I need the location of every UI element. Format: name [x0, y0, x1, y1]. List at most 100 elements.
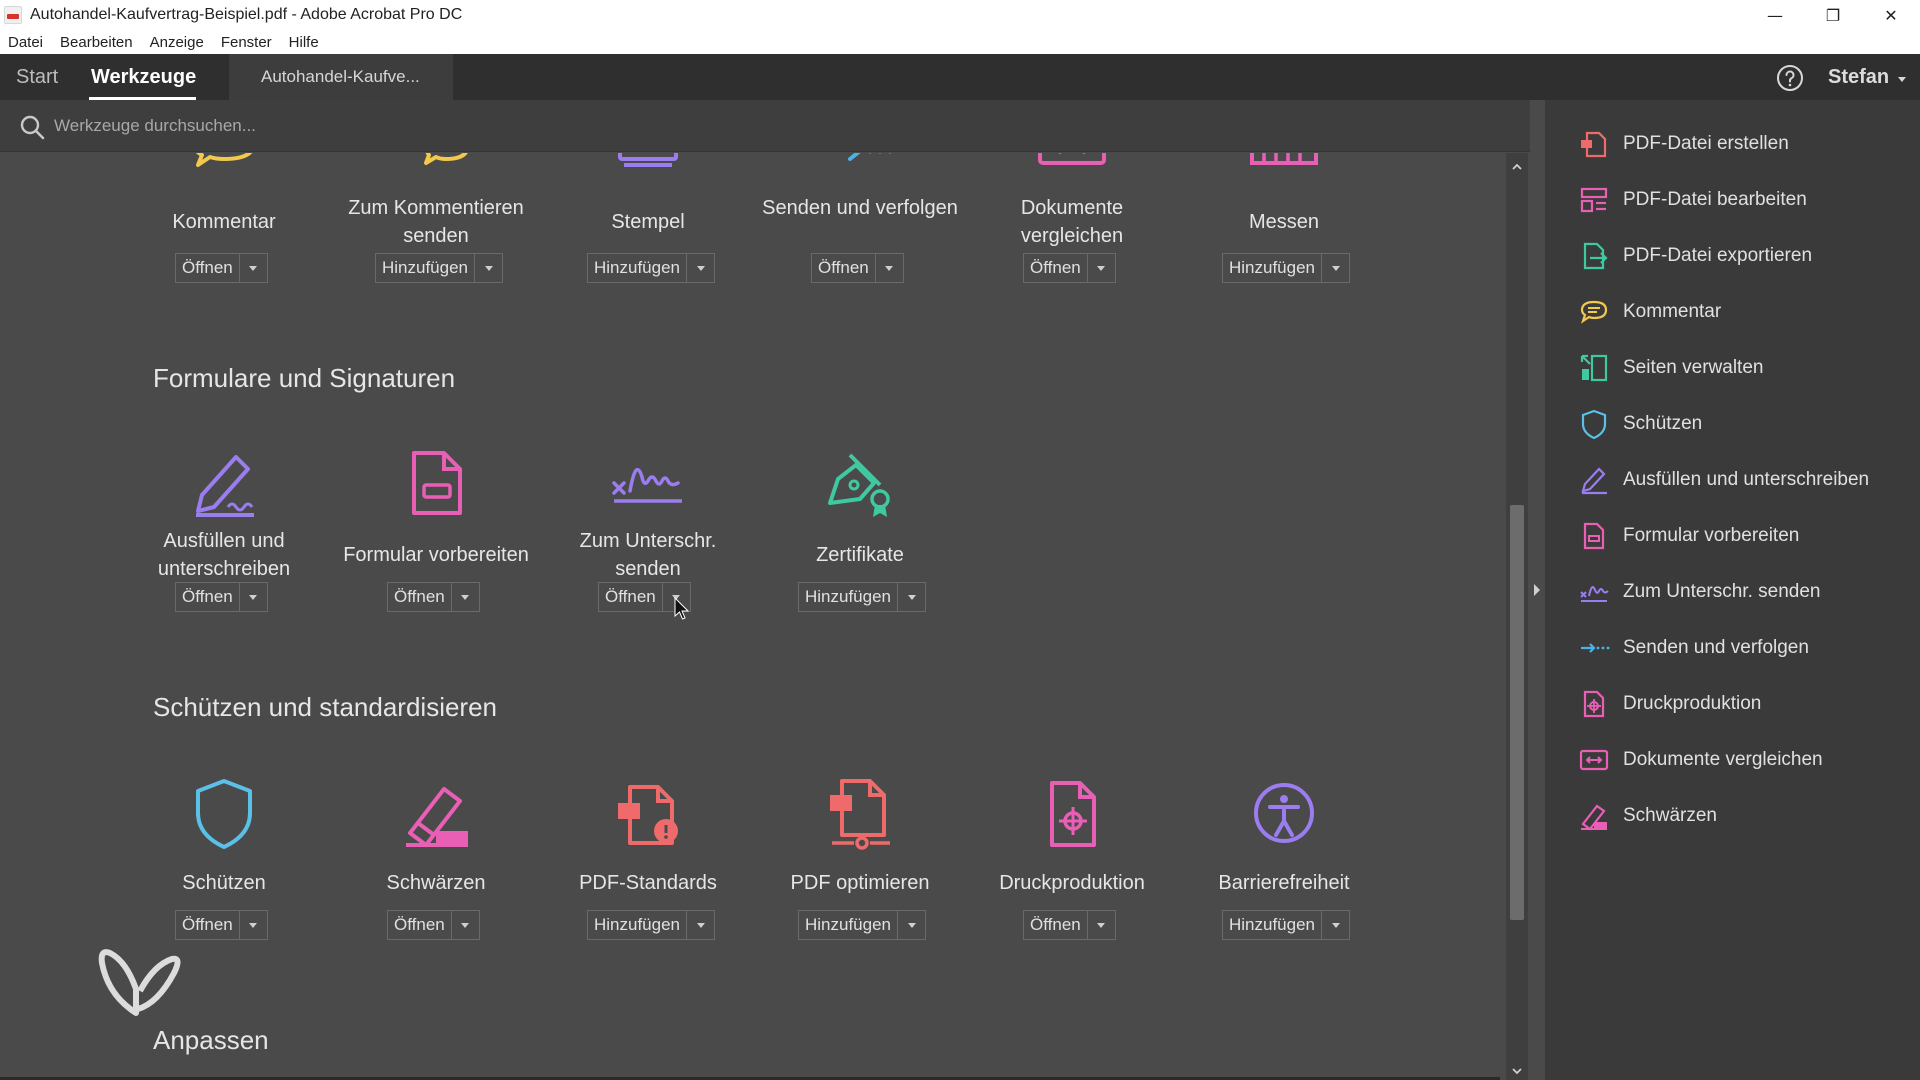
chevron-down-icon[interactable] [1895, 71, 1909, 85]
rp-item-pdf-erstellen[interactable]: PDF-Datei erstellen [1578, 124, 1908, 164]
add-messen-button[interactable]: Hinzufügen [1222, 253, 1351, 283]
scroll-down-icon[interactable] [1511, 1062, 1523, 1075]
tool-label: PDF-Standards [579, 872, 717, 894]
rp-item-zum-unterschr-senden[interactable]: Zum Unterschr. senden [1578, 572, 1908, 612]
restore-button[interactable]: ❐ [1804, 0, 1862, 30]
tool-label: Zertifikate [816, 544, 904, 566]
chevron-down-icon[interactable] [897, 911, 925, 939]
tool-label: Druckproduktion [999, 872, 1145, 894]
button-label: Hinzufügen [382, 258, 469, 277]
tools-search-input[interactable] [54, 109, 754, 143]
add-zum-kommentieren-senden-button[interactable]: Hinzufügen [375, 253, 504, 283]
rp-item-senden-und-verfolgen[interactable]: Senden und verfolgen [1578, 628, 1908, 668]
chevron-down-icon[interactable] [1086, 911, 1115, 939]
chevron-down-icon[interactable] [1321, 254, 1349, 282]
tab-start[interactable]: Start [16, 54, 58, 100]
rp-item-schuetzen[interactable]: Schützen [1578, 404, 1908, 444]
rp-item-schwaerzen[interactable]: Schwärzen [1578, 796, 1908, 836]
chevron-down-icon[interactable] [238, 583, 267, 611]
comment-icon [184, 153, 264, 195]
button-label: Öffnen [818, 258, 869, 277]
tool-label: Barrierefreiheit [1218, 872, 1350, 894]
rp-item-kommentar[interactable]: Kommentar [1578, 292, 1908, 332]
button-label: Hinzufügen [594, 915, 681, 934]
chevron-down-icon[interactable] [238, 254, 267, 282]
button-label: Öffnen [394, 587, 445, 606]
open-dokumente-vergleichen-button[interactable]: Öffnen [1023, 253, 1116, 283]
rp-item-ausfuellen[interactable]: Ausfüllen und unterschreiben [1578, 460, 1908, 500]
rp-item-seiten-verwalten[interactable]: Seiten verwalten [1578, 348, 1908, 388]
chevron-down-icon[interactable] [238, 911, 267, 939]
add-stempel-button[interactable]: Hinzufügen [587, 253, 716, 283]
rp-item-label: Schwärzen [1623, 805, 1717, 826]
send-for-signature-icon [1578, 576, 1610, 608]
menu-anzeige[interactable]: Anzeige [150, 34, 204, 51]
rp-item-formular-vorbereiten[interactable]: Formular vorbereiten [1578, 516, 1908, 556]
chevron-down-icon[interactable] [450, 911, 479, 939]
shield-icon [184, 773, 264, 853]
window-controls: — ❐ ✕ [1746, 0, 1920, 30]
chevron-down-icon[interactable] [874, 254, 903, 282]
menu-fenster[interactable]: Fenster [221, 34, 272, 51]
open-schuetzen-button[interactable]: Öffnen [175, 910, 268, 940]
measure-icon [1244, 153, 1324, 195]
open-senden-und-verfolgen-button[interactable]: Öffnen [811, 253, 904, 283]
rp-item-label: Schützen [1623, 413, 1703, 434]
menu-datei[interactable]: Datei [8, 34, 43, 51]
chevron-down-icon[interactable] [474, 254, 502, 282]
butterfly-watermark-icon [96, 943, 186, 1023]
section-heading-protect: Schützen und standardisieren [153, 692, 498, 722]
chevron-down-icon[interactable] [1321, 911, 1349, 939]
add-zertifikate-button[interactable]: Hinzufügen [798, 582, 927, 612]
rp-item-label: Formular vorbereiten [1623, 525, 1800, 546]
open-ausfuellen-button[interactable]: Öffnen [175, 582, 268, 612]
tab-werkzeuge[interactable]: Werkzeuge [91, 54, 196, 100]
button-label: Hinzufügen [805, 915, 892, 934]
help-icon[interactable] [1776, 64, 1804, 92]
chevron-down-icon[interactable] [897, 583, 925, 611]
rp-item-pdf-bearbeiten[interactable]: PDF-Datei bearbeiten [1578, 180, 1908, 220]
tools-search-bar [0, 100, 1530, 152]
accessibility-icon [1244, 773, 1324, 853]
close-button[interactable]: ✕ [1862, 0, 1920, 30]
prepare-form-icon [1578, 520, 1610, 552]
tool-label: Dokumente vergleichen [1020, 197, 1124, 247]
open-druckproduktion-button[interactable]: Öffnen [1023, 910, 1116, 940]
chevron-down-icon[interactable] [1086, 254, 1115, 282]
open-formular-vorbereiten-button[interactable]: Öffnen [387, 582, 480, 612]
button-label: Öffnen [182, 915, 233, 934]
scroll-up-icon[interactable] [1511, 158, 1523, 170]
menu-hilfe[interactable]: Hilfe [289, 34, 319, 51]
button-label: Öffnen [394, 915, 445, 934]
pdf-standards-icon [608, 773, 688, 853]
collapse-panel-icon[interactable] [1532, 582, 1542, 596]
rp-item-druckproduktion[interactable]: Druckproduktion [1578, 684, 1908, 724]
minimize-button[interactable]: — [1746, 0, 1804, 30]
rp-item-dokumente-vergleichen[interactable]: Dokumente vergleichen [1578, 740, 1908, 780]
organize-pages-icon [1578, 352, 1610, 384]
tab-document[interactable]: Autohandel-Kaufve... [229, 54, 453, 100]
open-schwaerzen-button[interactable]: Öffnen [387, 910, 480, 940]
export-pdf-icon [1578, 240, 1610, 272]
tab-bar: Start Werkzeuge Autohandel-Kaufve... Ste… [0, 54, 1920, 100]
chevron-down-icon[interactable] [686, 254, 714, 282]
add-pdf-standards-button[interactable]: Hinzufügen [587, 910, 716, 940]
open-kommentar-button[interactable]: Öffnen [175, 253, 268, 283]
rp-item-label: Zum Unterschr. senden [1623, 581, 1821, 602]
prepare-form-icon [396, 443, 476, 523]
menu-bar: Datei Bearbeiten Anzeige Fenster Hilfe [0, 30, 1920, 54]
add-barrierefreiheit-button[interactable]: Hinzufügen [1222, 910, 1351, 940]
scrollbar-thumb[interactable] [1510, 505, 1524, 920]
send-track-icon [820, 153, 900, 195]
button-label: Hinzufügen [594, 258, 681, 277]
rp-item-label: Druckproduktion [1623, 693, 1762, 714]
create-pdf-icon [1578, 128, 1610, 160]
chevron-down-icon[interactable] [686, 911, 714, 939]
rp-item-pdf-exportieren[interactable]: PDF-Datei exportieren [1578, 236, 1908, 276]
add-pdf-optimieren-button[interactable]: Hinzufügen [798, 910, 927, 940]
tool-label: Ausfüllen und unterschreiben [157, 530, 291, 580]
chevron-down-icon[interactable] [450, 583, 479, 611]
button-label: Hinzufügen [1229, 258, 1316, 277]
user-menu[interactable]: Stefan [1828, 54, 1889, 100]
menu-bearbeiten[interactable]: Bearbeiten [60, 34, 133, 51]
